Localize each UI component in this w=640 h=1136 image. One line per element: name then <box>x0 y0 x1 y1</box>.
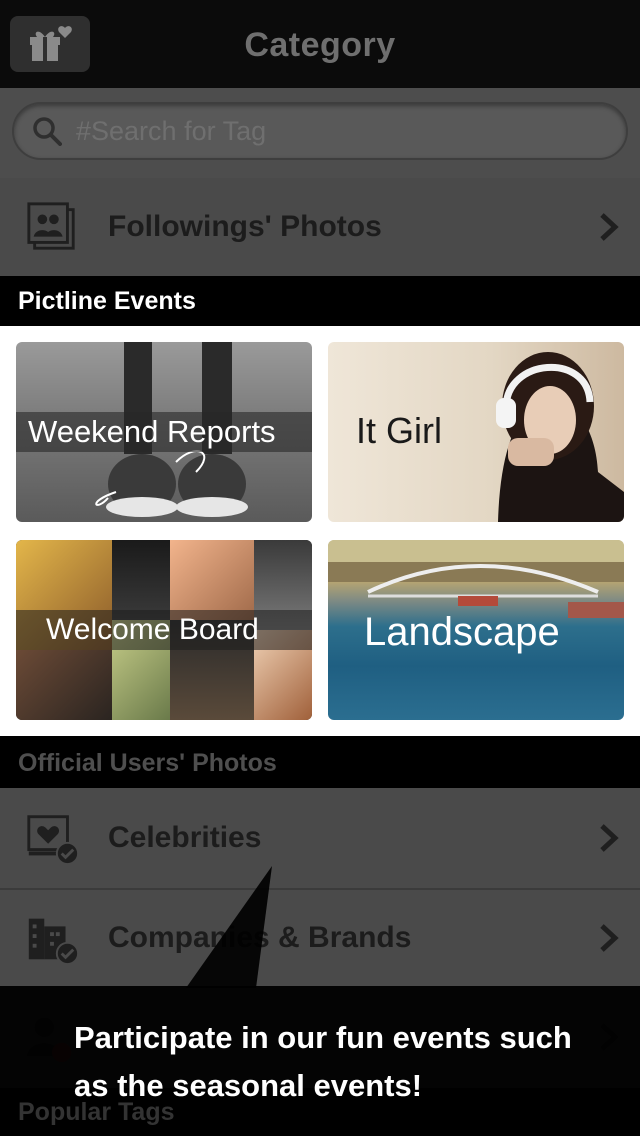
official-section-header: Official Users' Photos <box>0 738 640 788</box>
followings-photos-row[interactable]: Followings' Photos <box>0 178 640 276</box>
event-tile-weekend-reports[interactable]: Weekend Reports <box>16 342 312 522</box>
event-tile-it-girl[interactable]: It Girl <box>328 342 624 522</box>
followings-photos-label: Followings' Photos <box>108 210 382 243</box>
chevron-right-icon <box>600 213 619 241</box>
celebrities-row[interactable]: Celebrities <box>0 788 640 888</box>
photos-icon <box>22 197 82 257</box>
search-icon <box>33 117 62 146</box>
companies-brands-row[interactable]: Companies & Brands <box>0 890 640 986</box>
event-label-landscape: Landscape <box>364 610 560 654</box>
event-label-weekend-reports: Weekend Reports <box>28 414 276 449</box>
celebrities-label: Celebrities <box>108 821 262 854</box>
event-tile-welcome-board[interactable]: Welcome Board <box>16 540 312 720</box>
event-label-it-girl: It Girl <box>356 410 442 451</box>
companies-brands-label: Companies & Brands <box>108 921 412 954</box>
tooltip-text: Participate in our fun events such as th… <box>74 1020 572 1103</box>
events-grid: Weekend Reports It Girl Welcome Board La… <box>0 326 640 736</box>
chevron-right-icon <box>600 824 619 852</box>
search-input[interactable] <box>76 115 576 147</box>
search-bar <box>0 88 640 178</box>
search-field[interactable] <box>12 102 628 160</box>
events-section-header: Pictline Events <box>0 276 640 326</box>
event-tile-landscape[interactable]: Landscape <box>328 540 624 720</box>
event-label-welcome-board: Welcome Board <box>46 613 259 646</box>
building-icon <box>22 908 82 968</box>
page-title: Category <box>244 26 396 64</box>
celebrity-icon <box>22 808 82 868</box>
navigation-bar: Category <box>0 0 640 88</box>
chevron-right-icon <box>600 924 619 952</box>
